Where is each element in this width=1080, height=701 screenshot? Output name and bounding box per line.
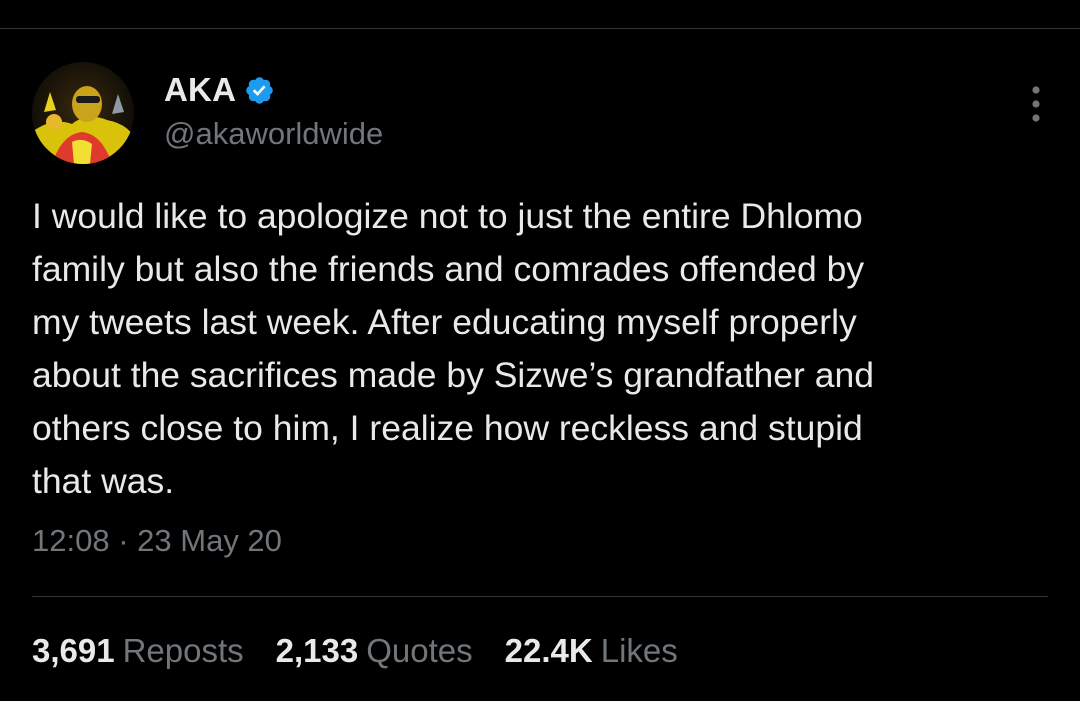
tweet-timestamp[interactable]: 12:08 · 23 May 20 [32,523,282,559]
quotes-label: Quotes [366,632,473,669]
stats-divider [32,596,1048,597]
more-options-button[interactable] [1024,84,1048,124]
tweet-text-line: family but also the friends and comrades… [32,249,865,289]
timestamp-separator: · [118,523,129,558]
tweet-text-line: others close to him, I realize how reckl… [32,408,863,448]
reposts-label: Reposts [122,632,244,669]
tweet-text-line: my tweets last week. After educating mys… [32,302,857,342]
verified-badge-icon [244,75,275,106]
reposts-stat[interactable]: 3,691 Reposts [32,632,244,670]
likes-stat[interactable]: 22.4K Likes [505,632,678,670]
author-handle[interactable]: @akaworldwide [164,116,383,152]
tweet-text-line: about the sacrifices made by Sizwe’s gra… [32,355,874,395]
avatar[interactable] [32,62,134,164]
tweet-text-line: that was. [32,461,175,501]
likes-label: Likes [600,632,678,669]
quotes-stat[interactable]: 2,133 Quotes [276,632,473,670]
reposts-count: 3,691 [32,632,115,669]
likes-count: 22.4K [504,632,593,669]
display-name[interactable]: AKA [164,71,236,109]
tweet-text-line: I would like to apologize not to just th… [32,196,863,236]
tweet-date: 23 May 20 [137,523,282,558]
quotes-count: 2,133 [275,632,359,669]
top-divider [0,28,1080,29]
display-name-row: AKA [164,70,383,110]
engagement-stats: 3,691 Reposts 2,133 Quotes 22.4K Likes [32,632,710,670]
tweet-time: 12:08 [32,523,110,558]
more-vertical-icon [1032,86,1040,122]
author-names: AKA @akaworldwide [164,70,383,152]
tweet-header: AKA @akaworldwide [32,62,1048,166]
tweet-text: I would like to apologize not to just th… [32,190,1052,508]
